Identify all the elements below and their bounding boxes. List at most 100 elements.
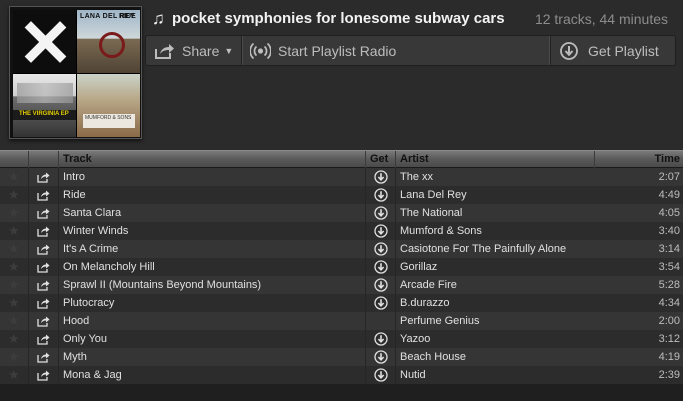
share-cell	[29, 312, 59, 330]
column-header-track[interactable]: Track	[59, 151, 366, 168]
track-title[interactable]: Winter Winds	[59, 222, 366, 240]
star-icon[interactable]: ★	[8, 242, 20, 255]
download-icon[interactable]	[374, 278, 388, 292]
track-title[interactable]: Santa Clara	[59, 204, 366, 222]
share-icon[interactable]	[37, 315, 50, 327]
track-title[interactable]: On Melancholy Hill	[59, 258, 366, 276]
table-row[interactable]: ★ Myth Beach House 4:19	[0, 348, 683, 366]
table-row[interactable]: ★ Ride Lana Del Rey 4:49	[0, 186, 683, 204]
table-row[interactable]: ★ Santa Clara The National 4:05	[0, 204, 683, 222]
star-icon[interactable]: ★	[8, 332, 20, 345]
table-row[interactable]: ★ Hood Perfume Genius 2:00	[0, 312, 683, 330]
track-duration: 2:39	[658, 369, 680, 381]
table-row[interactable]: ★ Plutocracy B.durazzo 4:34	[0, 294, 683, 312]
star-icon[interactable]: ★	[8, 224, 20, 237]
table-row[interactable]: ★ Intro The xx 2:07	[0, 168, 683, 186]
download-icon[interactable]	[374, 224, 388, 238]
table-row[interactable]: ★ Mona & Jag Nutid 2:39	[0, 366, 683, 384]
column-header-star[interactable]	[0, 151, 29, 168]
artist-name[interactable]: Mumford & Sons	[396, 222, 595, 240]
share-icon[interactable]	[37, 279, 50, 291]
favorite-cell: ★	[0, 330, 29, 348]
artist-name[interactable]: Nutid	[396, 366, 595, 384]
table-row[interactable]: ★ Sprawl II (Mountains Beyond Mountains) A…	[0, 276, 683, 294]
get-playlist-button[interactable]: Get Playlist	[549, 36, 677, 65]
playlist-cover-mosaic[interactable]: LANA DEL REY RIDE THE VIRGINIA EP MUMFOR…	[9, 6, 142, 139]
artist-name[interactable]: Arcade Fire	[396, 276, 595, 294]
share-cell	[29, 366, 59, 384]
artist-name[interactable]: Beach House	[396, 348, 595, 366]
track-title[interactable]: Ride	[59, 186, 366, 204]
column-header-share[interactable]	[29, 151, 59, 168]
download-icon[interactable]	[374, 206, 388, 220]
share-icon[interactable]	[37, 207, 50, 219]
share-icon[interactable]	[37, 189, 50, 201]
track-duration: 4:19	[658, 351, 680, 363]
star-icon[interactable]: ★	[8, 314, 20, 327]
get-cell	[366, 330, 396, 348]
artist-name[interactable]: Gorillaz	[396, 258, 595, 276]
column-header-get[interactable]: Get	[366, 151, 396, 168]
table-row[interactable]: ★ Only You Yazoo 3:12	[0, 330, 683, 348]
download-icon[interactable]	[374, 260, 388, 274]
track-title[interactable]: Intro	[59, 168, 366, 186]
column-header-time[interactable]: Time	[595, 151, 683, 168]
get-cell	[366, 348, 396, 366]
track-title[interactable]: Hood	[59, 312, 366, 330]
artist-name[interactable]: Perfume Genius	[396, 312, 595, 330]
table-row[interactable]: ★ It's A Crime Casiotone For The Painfully…	[0, 240, 683, 258]
share-icon[interactable]	[37, 333, 50, 345]
column-header-artist[interactable]: Artist	[396, 151, 595, 168]
star-icon[interactable]: ★	[8, 206, 20, 219]
star-icon[interactable]: ★	[8, 296, 20, 309]
share-icon[interactable]	[37, 225, 50, 237]
star-icon[interactable]: ★	[8, 278, 20, 291]
share-icon[interactable]	[37, 369, 50, 381]
track-title[interactable]: Only You	[59, 330, 366, 348]
artist-name[interactable]: Yazoo	[396, 330, 595, 348]
share-icon[interactable]	[37, 171, 50, 183]
star-icon[interactable]: ★	[8, 260, 20, 273]
table-row[interactable]: ★ Winter Winds Mumford & Sons 3:40	[0, 222, 683, 240]
favorite-cell: ★	[0, 186, 29, 204]
download-icon	[560, 41, 581, 60]
download-icon[interactable]	[374, 188, 388, 202]
star-icon[interactable]: ★	[8, 350, 20, 363]
artist-name[interactable]: The xx	[396, 168, 595, 186]
artist-name[interactable]: Casiotone For The Painfully Alone	[396, 240, 595, 258]
track-title[interactable]: Myth	[59, 348, 366, 366]
share-cell	[29, 240, 59, 258]
get-cell	[366, 222, 396, 240]
star-icon[interactable]: ★	[8, 188, 20, 201]
download-icon[interactable]	[374, 332, 388, 346]
artist-name[interactable]: Lana Del Rey	[396, 186, 595, 204]
artist-name[interactable]: The National	[396, 204, 595, 222]
download-icon[interactable]	[374, 350, 388, 364]
share-cell	[29, 204, 59, 222]
get-cell	[366, 276, 396, 294]
album-cover-ride: LANA DEL REY RIDE	[77, 10, 140, 73]
table-row[interactable]: ★ On Melancholy Hill Gorillaz 3:54	[0, 258, 683, 276]
share-button[interactable]: Share ▼	[146, 36, 242, 65]
track-duration: 4:05	[658, 207, 680, 219]
x-logo	[24, 21, 66, 63]
track-title[interactable]: It's A Crime	[59, 240, 366, 258]
star-icon[interactable]: ★	[8, 170, 20, 183]
share-icon[interactable]	[37, 243, 50, 255]
download-icon[interactable]	[374, 296, 388, 310]
share-icon[interactable]	[37, 261, 50, 273]
star-icon[interactable]: ★	[8, 368, 20, 381]
download-icon[interactable]	[374, 368, 388, 382]
get-cell	[366, 204, 396, 222]
download-icon[interactable]	[374, 242, 388, 256]
share-icon[interactable]	[37, 351, 50, 363]
track-title[interactable]: Sprawl II (Mountains Beyond Mountains)	[59, 276, 366, 294]
start-playlist-radio-button[interactable]: Start Playlist Radio	[242, 36, 402, 65]
track-title[interactable]: Mona & Jag	[59, 366, 366, 384]
get-cell	[366, 366, 396, 384]
share-icon[interactable]	[37, 297, 50, 309]
download-icon[interactable]	[374, 170, 388, 184]
favorite-cell: ★	[0, 240, 29, 258]
artist-name[interactable]: B.durazzo	[396, 294, 595, 312]
track-title[interactable]: Plutocracy	[59, 294, 366, 312]
